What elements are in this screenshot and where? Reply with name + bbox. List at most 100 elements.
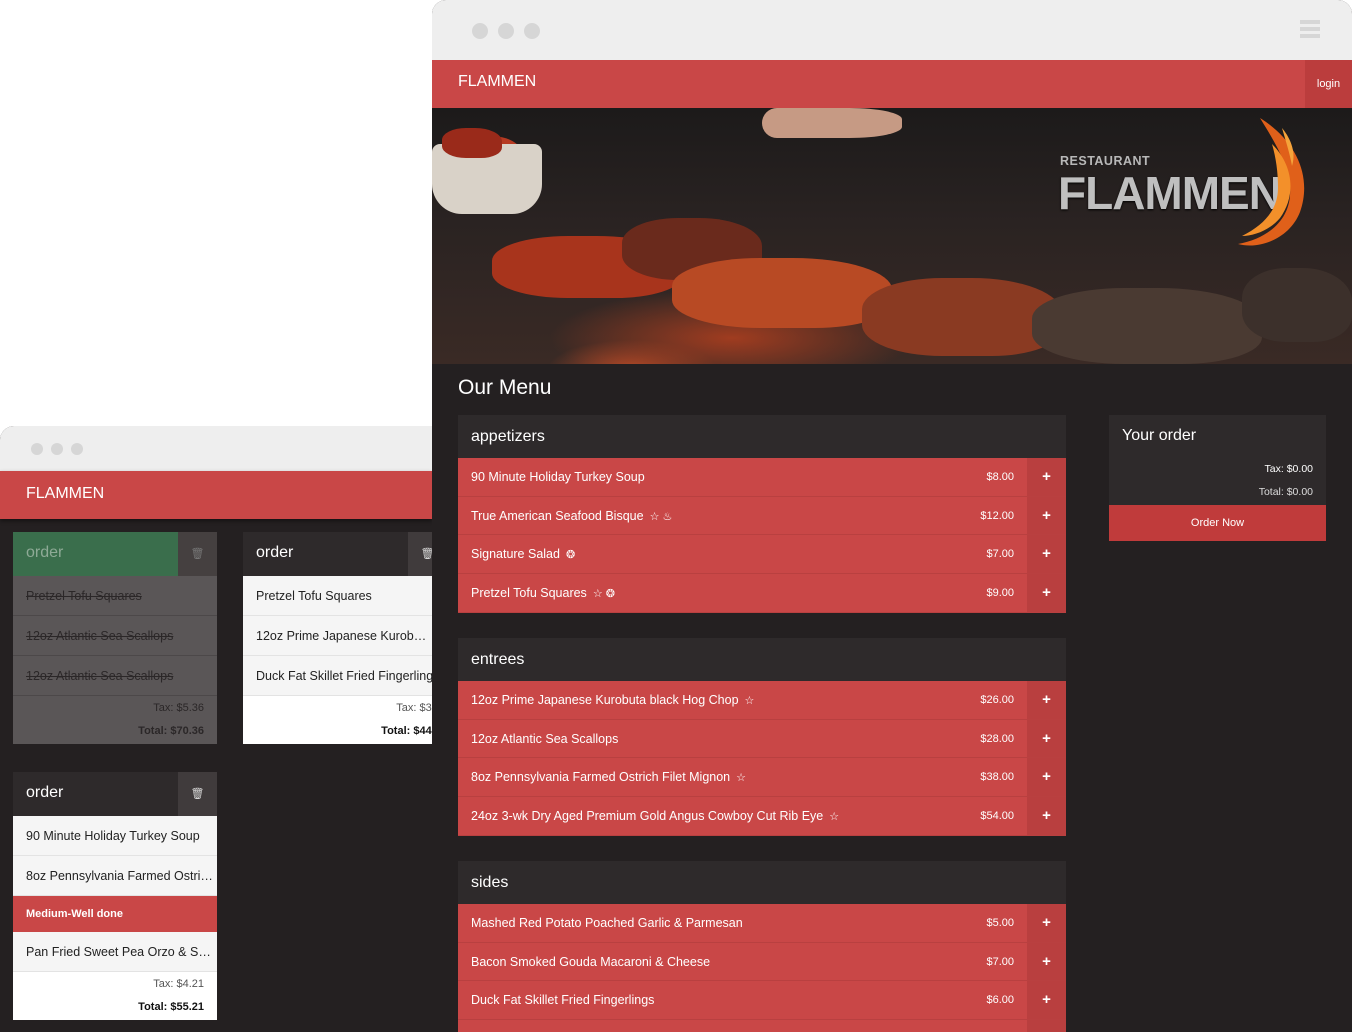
plus-icon[interactable]: + — [1027, 574, 1066, 612]
menu-item-name: Bacon Smoked Gouda Macaroni & Cheese — [471, 954, 711, 969]
order-card-header: order 🗑 — [13, 532, 217, 576]
order-card-title: order — [256, 544, 294, 561]
menu-item-price: $12.00 — [980, 509, 1014, 522]
order-card-done[interactable]: order 🗑 Pretzel Tofu Squares 12oz Atlant… — [13, 532, 217, 744]
window-close-dot[interactable] — [472, 23, 488, 39]
order-total: Total: $70.36 — [13, 720, 217, 744]
menu-item[interactable]: 12oz Prime Japanese Kurobuta black Hog C… — [458, 681, 1066, 720]
plus-icon[interactable]: + — [1027, 681, 1066, 719]
hero-banner-image: RESTAURANT FLAMMEN — [432, 108, 1352, 364]
menu-section-entrees: entrees 12oz Prime Japanese Kurobuta bla… — [458, 638, 1066, 836]
menu-section-sides: sides Mashed Red Potato Poached Garlic &… — [458, 861, 1066, 1032]
menu-item[interactable]: 8oz Pennsylvania Farmed Ostrich Filet Mi… — [458, 758, 1066, 798]
menu-section-appetizers: appetizers 90 Minute Holiday Turkey Soup… — [458, 415, 1066, 613]
plus-icon[interactable]: + — [1027, 758, 1066, 797]
hand-shape — [762, 108, 902, 138]
menu-item-price: $28.00 — [980, 732, 1014, 745]
order-card-header: order 🗑 — [13, 772, 217, 816]
order-item[interactable]: Pretzel Tofu Squares — [13, 576, 217, 616]
plus-icon[interactable]: + — [1027, 719, 1066, 758]
order-now-button[interactable]: Order Now — [1109, 505, 1326, 541]
plus-icon[interactable]: + — [1027, 904, 1066, 942]
section-title: entrees — [458, 638, 1066, 681]
plus-icon[interactable]: + — [1027, 942, 1066, 981]
food-shape — [442, 128, 502, 158]
menu-item-name: Pretzel Tofu Squares — [471, 586, 587, 601]
menu-item-name: 24oz 3-wk Dry Aged Premium Gold Angus Co… — [471, 809, 824, 824]
menu-item[interactable]: Mashed Red Potato Poached Garlic & Parme… — [458, 904, 1066, 943]
menu-item[interactable]: Signature Salad ❂ $7.00 + — [458, 535, 1066, 575]
trash-icon[interactable]: 🗑 — [178, 532, 217, 576]
order-item[interactable]: Pretzel Tofu Squares — [243, 576, 432, 616]
menu-item-price: $9.00 — [986, 587, 1014, 600]
order-total: Total: $55.21 — [13, 996, 217, 1020]
menu-item-price: $8.00 — [986, 471, 1014, 483]
window-close-dot[interactable] — [31, 443, 43, 455]
order-item-note: Medium-Well done — [13, 896, 217, 932]
menu-item-name: 12oz Prime Japanese Kurobuta black Hog C… — [471, 693, 739, 707]
menu-item-name: 90 Minute Holiday Turkey Soup — [471, 470, 645, 484]
menu-item[interactable]: 24oz 3-wk Dry Aged Premium Gold Angus Co… — [458, 797, 1066, 836]
hamburger-icon[interactable] — [1300, 20, 1320, 38]
menu-item-price: $54.00 — [980, 810, 1014, 823]
brand-logo-text[interactable]: FLAMMEN — [458, 73, 536, 91]
order-card-title: order — [26, 784, 64, 801]
order-item[interactable]: 12oz Atlantic Sea Scallops — [13, 616, 217, 656]
menu-item[interactable]: Bacon Smoked Gouda Macaroni & Cheese $7.0… — [458, 942, 1066, 982]
window-minimize-dot[interactable] — [498, 23, 514, 39]
menu-item-name: True American Seafood Bisque — [471, 508, 644, 523]
order-tax: Tax: $4.21 — [13, 972, 217, 996]
navbar: FLAMMEN — [0, 471, 432, 519]
kitchen-window: FLAMMEN order 🗑 Pretzel Tofu Squares 12o… — [0, 426, 432, 1032]
star-icon: ☆ — [829, 811, 840, 824]
plus-icon[interactable]: + — [1027, 458, 1066, 496]
order-tax: Tax: $5.36 — [13, 696, 217, 720]
menu-heading: Our Menu — [458, 376, 552, 399]
your-order-total: Total: $0.00 — [1109, 481, 1326, 505]
order-card-title: order — [26, 544, 64, 561]
menu-window: FLAMMEN login RESTAURANT FLAMMEN Our Men… — [432, 0, 1352, 1032]
login-button[interactable]: login — [1305, 60, 1352, 108]
order-item[interactable]: 90 Minute Holiday Turkey Soup — [13, 816, 217, 856]
trash-icon[interactable]: 🗑 — [178, 772, 217, 816]
menu-item-price: $38.00 — [980, 771, 1014, 784]
brand-logo-text[interactable]: FLAMMEN — [26, 485, 104, 503]
order-item[interactable]: Pan Fried Sweet Pea Orzo & Scallops — [13, 932, 217, 972]
menu-item-name: Mashed Red Potato Poached Garlic & Parme… — [471, 916, 743, 930]
trash-icon[interactable]: 🗑 — [408, 532, 432, 576]
plus-icon[interactable] — [1027, 1020, 1066, 1032]
section-title: appetizers — [458, 415, 1066, 458]
plus-icon[interactable]: + — [1027, 797, 1066, 835]
order-card[interactable]: order 🗑 Pretzel Tofu Squares 12oz Prime … — [243, 532, 432, 744]
menu-item[interactable]: 12oz Atlantic Sea Scallops $28.00 + — [458, 719, 1066, 759]
star-icon: ☆ ❂ — [592, 588, 615, 601]
menu-item-price: $7.00 — [986, 955, 1014, 968]
menu-item-price: $6.00 — [986, 994, 1014, 1007]
star-icon: ☆ — [744, 695, 755, 707]
order-tax: Tax: $3.38 — [243, 696, 432, 720]
navbar: FLAMMEN login — [432, 60, 1352, 108]
order-item[interactable]: 12oz Atlantic Sea Scallops — [13, 656, 217, 696]
your-order-title: Your order — [1109, 415, 1326, 457]
leaf-icon: ❂ — [565, 549, 576, 562]
order-item[interactable]: 8oz Pennsylvania Farmed Ostrich Filet Mi… — [13, 856, 217, 896]
plus-icon[interactable]: + — [1027, 535, 1066, 574]
menu-item[interactable]: 90 Minute Holiday Turkey Soup $8.00 + — [458, 458, 1066, 497]
window-maximize-dot[interactable] — [71, 443, 83, 455]
your-order-panel: Your order Tax: $0.00 Total: $0.00 Order… — [1109, 415, 1326, 541]
plus-icon[interactable]: + — [1027, 981, 1066, 1020]
window-minimize-dot[interactable] — [51, 443, 63, 455]
window-maximize-dot[interactable] — [524, 23, 540, 39]
menu-item[interactable]: Pretzel Tofu Squares ☆ ❂ $9.00 + — [458, 574, 1066, 613]
order-card[interactable]: order 🗑 90 Minute Holiday Turkey Soup 8o… — [13, 772, 217, 1020]
order-item[interactable]: 12oz Prime Japanese Kurobuta black Hog C… — [243, 616, 432, 656]
window-titlebar — [432, 0, 1352, 60]
menu-item-price: $5.00 — [986, 917, 1014, 929]
menu-item-name: Signature Salad — [471, 547, 560, 562]
menu-item-price: $26.00 — [980, 694, 1014, 706]
menu-item[interactable]: True American Seafood Bisque ☆ ♨ $12.00 + — [458, 496, 1066, 536]
menu-item[interactable] — [458, 1020, 1066, 1032]
menu-item[interactable]: Duck Fat Skillet Fried Fingerlings $6.00 + — [458, 981, 1066, 1021]
order-item[interactable]: Duck Fat Skillet Fried Fingerlings — [243, 656, 432, 696]
plus-icon[interactable]: + — [1027, 496, 1066, 535]
